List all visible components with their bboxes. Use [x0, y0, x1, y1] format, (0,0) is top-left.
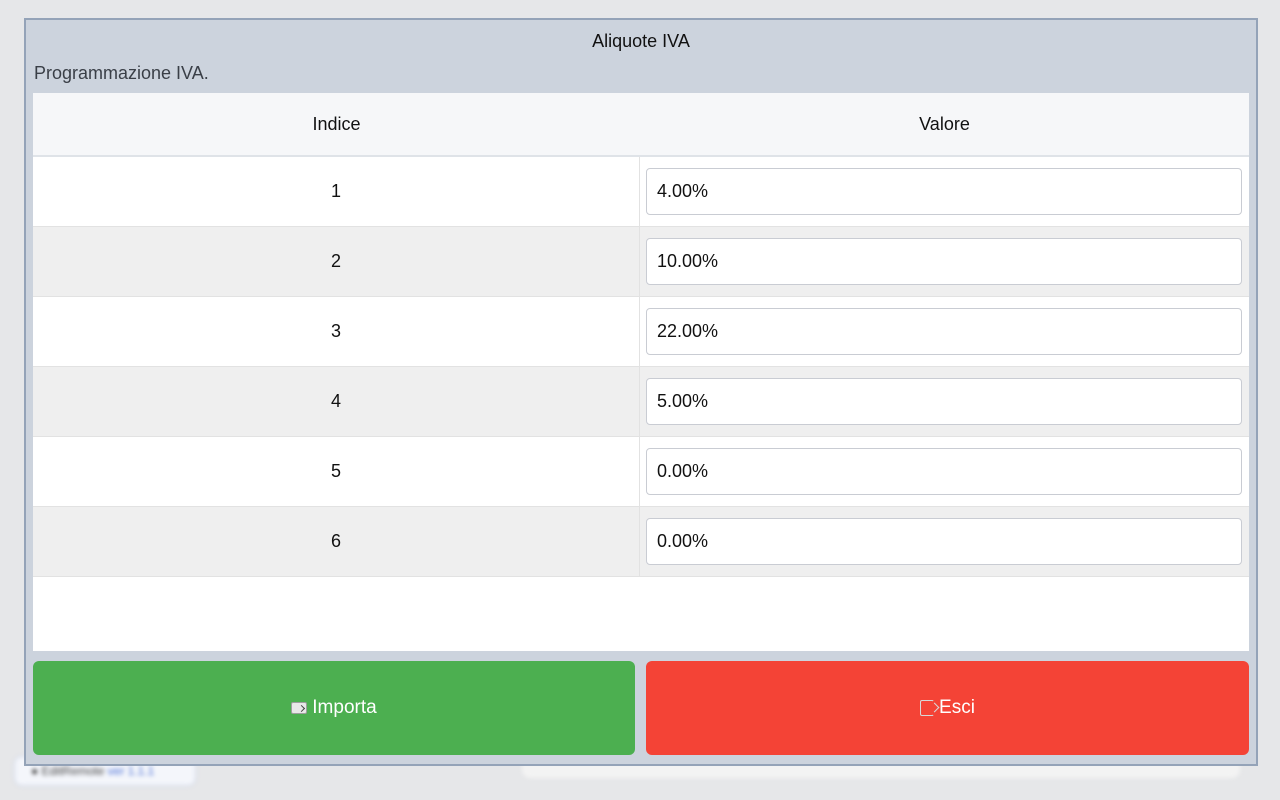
exit-button[interactable]: Esci — [646, 661, 1249, 755]
table-header: Indice Valore — [33, 93, 1249, 157]
table-row: 4 — [33, 367, 1249, 437]
row-index: 2 — [33, 227, 640, 296]
table-row: 5 — [33, 437, 1249, 507]
rate-input-5[interactable] — [646, 448, 1242, 495]
rate-input-1[interactable] — [646, 168, 1242, 215]
row-index: 4 — [33, 367, 640, 436]
import-label: Importa — [312, 697, 377, 718]
table-row: 3 — [33, 297, 1249, 367]
row-index: 5 — [33, 437, 640, 506]
rate-input-6[interactable] — [646, 518, 1242, 565]
row-index: 6 — [33, 507, 640, 576]
header-index: Indice — [312, 113, 361, 134]
app-version: ver 1.1.1 — [107, 764, 155, 778]
vat-rates-modal: Aliquote IVA Programmazione IVA. Indice … — [24, 18, 1258, 766]
row-index: 1 — [33, 157, 640, 226]
exit-label: Esci — [939, 697, 975, 718]
exit-icon — [920, 700, 935, 716]
import-button[interactable]: Importa — [33, 661, 635, 755]
rate-input-3[interactable] — [646, 308, 1242, 355]
modal-title: Aliquote IVA — [592, 31, 690, 51]
table-row: 6 — [33, 507, 1249, 577]
app-name: EditRemote — [41, 764, 105, 778]
table-row: 1 — [33, 157, 1249, 227]
header-value: Valore — [919, 113, 970, 134]
modal-subtitle: Programmazione IVA. — [34, 63, 209, 83]
folder-import-icon — [291, 702, 308, 714]
vat-table: Indice Valore 1 2 3 4 5 6 — [33, 93, 1249, 651]
table-row: 2 — [33, 227, 1249, 297]
rate-input-2[interactable] — [646, 238, 1242, 285]
rate-input-4[interactable] — [646, 378, 1242, 425]
app-logo-icon: ● — [31, 764, 39, 778]
row-index: 3 — [33, 297, 640, 366]
